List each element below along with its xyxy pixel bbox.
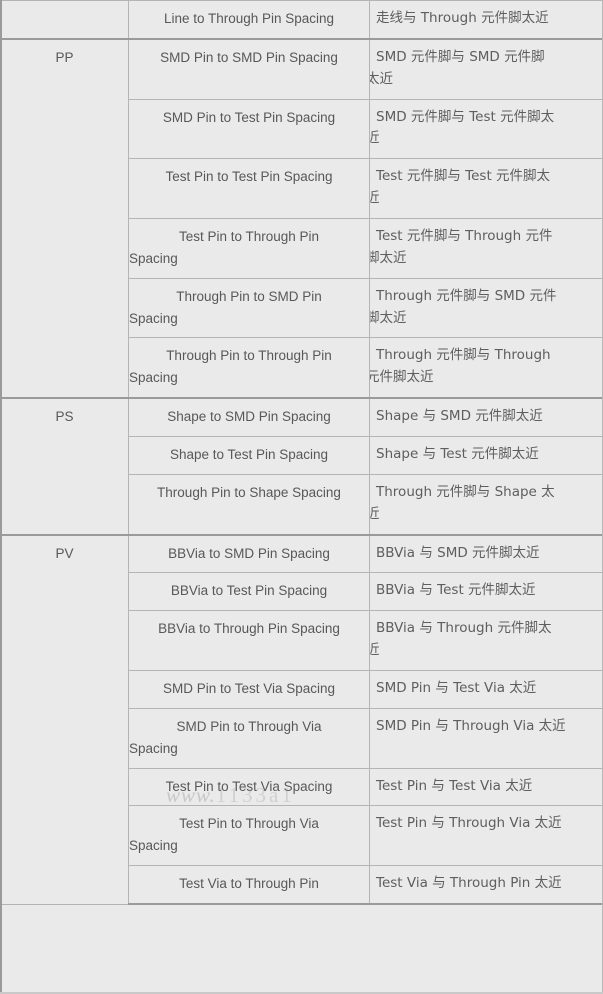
rule-description-cn-line: SMD Pin 与 Test Via 太近 xyxy=(376,680,537,697)
rule-name-en: Test Pin to Test Via Spacing xyxy=(128,767,370,807)
rule-group-code: PV xyxy=(0,533,129,905)
rule-description-cn: BBVia 与 Through 元件脚太近 xyxy=(369,610,603,672)
rule-name-en: Test Via to Through Pin xyxy=(128,865,370,906)
table-row: PP SMD Pin to SMD Pin Spacing SMD 元件脚与 SMD… xyxy=(0,37,603,399)
rule-description-cn-line: BBVia 与 Test 元件脚太近 xyxy=(376,582,536,599)
rule-description-cn-line: Shape 与 SMD 元件脚太近 xyxy=(376,408,543,425)
rule-description-cn-line: 脚太近 xyxy=(369,249,407,266)
rule-description-cn-line: Through 元件脚与 Shape 太 xyxy=(376,483,555,500)
rule-description-cn-line: BBVia 与 Through 元件脚太 xyxy=(376,620,552,637)
rule-name-en-line: BBVia to Through Pin Spacing xyxy=(158,621,340,637)
rule-group-code: PP xyxy=(0,37,129,399)
rule-group-code: PS xyxy=(0,397,129,536)
rule-name-en-line: Test Pin to Test Pin Spacing xyxy=(165,169,333,185)
rule-name-en-line: Spacing xyxy=(129,310,178,326)
rule-name-en-line: Through Pin to Through Pin xyxy=(166,348,332,364)
rule-description-cn-line: 脚太近 xyxy=(369,309,407,326)
rule-description-cn: Test Via 与 Through Pin 太近 xyxy=(369,865,603,906)
rule-name-en-line: Through Pin to SMD Pin xyxy=(176,288,322,304)
rule-description-cn: SMD Pin 与 Through Via 太近 xyxy=(369,707,603,769)
rule-description-cn: BBVia 与 Test 元件脚太近 xyxy=(369,572,603,612)
rule-description-cn: SMD 元件脚与 SMD 元件脚太近 xyxy=(369,37,603,100)
rule-description-cn-line: 太近 xyxy=(371,70,394,87)
rule-description-cn: Test Pin 与 Test Via 太近 xyxy=(369,767,603,807)
rule-name-en: BBVia to SMD Pin Spacing xyxy=(128,533,370,574)
rule-name-en-line: Test Pin to Through Pin xyxy=(178,229,320,245)
table-row: PV BBVia to SMD Pin Spacing BBVia 与 SMD 元件… xyxy=(0,533,603,905)
rule-description-cn-line: Through 元件脚与 Through xyxy=(376,347,551,364)
rule-description-cn-line: Shape 与 Test 元件脚太近 xyxy=(376,446,539,463)
rule-name-en: Test Pin to Through Via Spacing xyxy=(128,805,370,867)
rule-name-en: Shape to SMD Pin Spacing xyxy=(128,397,370,438)
table-row: PS Shape to SMD Pin Spacing Shape 与 SMD 元件… xyxy=(0,397,603,536)
rule-group-code xyxy=(0,0,129,40)
rule-name-en: Test Pin to Test Pin Spacing xyxy=(128,158,370,220)
rule-name-en-line: SMD Pin to Test Pin Spacing xyxy=(162,109,336,125)
rule-name-en: BBVia to Test Pin Spacing xyxy=(128,572,370,612)
rule-description-cn: SMD 元件脚与 Test 元件脚太近 xyxy=(369,98,603,160)
rule-name-en-line: BBVia to SMD Pin Spacing xyxy=(168,545,330,561)
rule-description-cn-line: Through 元件脚与 SMD 元件 xyxy=(376,287,557,304)
rule-name-en: BBVia to Through Pin Spacing xyxy=(128,610,370,672)
rule-description-cn: Test Pin 与 Through Via 太近 xyxy=(369,805,603,867)
rule-name-en: Test Pin to Through Pin Spacing xyxy=(128,218,370,279)
rule-description-cn: Shape 与 SMD 元件脚太近 xyxy=(369,397,603,438)
rule-description-cn-line: Test 元件脚与 Through 元件 xyxy=(376,228,553,245)
rule-name-en: Through Pin to Through Pin Spacing xyxy=(128,337,370,400)
rule-name-en: Through Pin to Shape Spacing xyxy=(128,473,370,536)
rule-name-en: SMD Pin to SMD Pin Spacing xyxy=(128,37,370,100)
rule-description-cn-line: Test 元件脚与 Test 元件脚太 xyxy=(376,168,551,185)
rule-name-en-line: Through Pin to Shape Spacing xyxy=(157,484,341,500)
rule-name-en-line: Spacing xyxy=(129,838,178,854)
rule-description-cn-line: 近 xyxy=(371,188,598,210)
rule-description-cn-line: SMD Pin 与 Through Via 太近 xyxy=(376,717,566,734)
rule-description-cn: Through 元件脚与 Through 元件脚太近 xyxy=(369,337,603,400)
rule-name-en: SMD Pin to Through Via Spacing xyxy=(128,707,370,769)
rule-description-cn: Shape 与 Test 元件脚太近 xyxy=(369,436,603,475)
scanned-page: Line to Through Pin Spacing 走线与 Through 元… xyxy=(0,0,603,994)
rule-description-cn-line: 元件脚太近 xyxy=(369,369,434,386)
rule-description-cn-line: 近 xyxy=(371,504,598,526)
rule-name-en: Through Pin to SMD Pin Spacing xyxy=(128,277,370,339)
rule-description-cn: Test 元件脚与 Through 元件脚太近 xyxy=(369,218,603,279)
rule-name-en-line: Spacing xyxy=(129,740,178,756)
rule-name-en: SMD Pin to Test Via Spacing xyxy=(128,670,370,709)
rule-name-en-line: Test Pin to Through Via xyxy=(179,816,319,832)
rule-description-cn-line: Test Pin 与 Test Via 太近 xyxy=(376,777,533,794)
rule-name-en-line: Line to Through Pin Spacing xyxy=(163,11,335,26)
rule-description-cn: Through 元件脚与 SMD 元件脚太近 xyxy=(369,277,603,339)
rule-name-en-line: SMD Pin to Through Via xyxy=(176,718,322,734)
rule-description-cn: 走线与 Through 元件脚太近 xyxy=(369,0,603,40)
rule-description-cn-line: SMD 元件脚与 SMD 元件脚 xyxy=(376,48,545,65)
table-row: Line to Through Pin Spacing 走线与 Through 元… xyxy=(0,0,603,40)
rule-name-en-line: Shape to Test Pin Spacing xyxy=(169,447,329,463)
rule-description-cn: Through 元件脚与 Shape 太近 xyxy=(369,473,603,536)
rule-name-en-line: Shape to SMD Pin Spacing xyxy=(167,409,331,425)
rule-description-cn-line: BBVia 与 SMD 元件脚太近 xyxy=(376,544,540,561)
design-rule-table: Line to Through Pin Spacing 走线与 Through 元… xyxy=(0,0,603,906)
rule-description-cn: SMD Pin 与 Test Via 太近 xyxy=(369,670,603,709)
rule-name-en-line: Test Via to Through Pin xyxy=(179,876,319,892)
rule-description-cn-line: 近 xyxy=(371,128,598,150)
rule-name-en-line: SMD Pin to SMD Pin Spacing xyxy=(160,49,338,65)
rule-name-en-line: SMD Pin to Test Via Spacing xyxy=(162,681,336,697)
rule-description-cn-line: 走线与 Through 元件脚太近 xyxy=(376,10,549,26)
rule-description-cn-line: Test Via 与 Through Pin 太近 xyxy=(376,875,562,892)
rule-name-en-line: Spacing xyxy=(129,250,178,266)
rule-name-en-line: BBVia to Test Pin Spacing xyxy=(170,583,328,599)
rule-description-cn-line: 近 xyxy=(371,640,598,662)
rule-name-en: Line to Through Pin Spacing xyxy=(128,0,370,40)
rule-name-en: Shape to Test Pin Spacing xyxy=(128,436,370,475)
rule-description-cn: BBVia 与 SMD 元件脚太近 xyxy=(369,533,603,574)
rule-name-en-line: Test Pin to Test Via Spacing xyxy=(165,778,333,794)
rule-description-cn: Test 元件脚与 Test 元件脚太近 xyxy=(369,158,603,220)
rule-name-en-line: Spacing xyxy=(129,370,178,386)
rule-description-cn-line: Test Pin 与 Through Via 太近 xyxy=(376,815,562,832)
rule-name-en: SMD Pin to Test Pin Spacing xyxy=(128,98,370,160)
rule-description-cn-line: SMD 元件脚与 Test 元件脚太 xyxy=(376,108,555,125)
page-left-frame-line xyxy=(0,0,2,994)
